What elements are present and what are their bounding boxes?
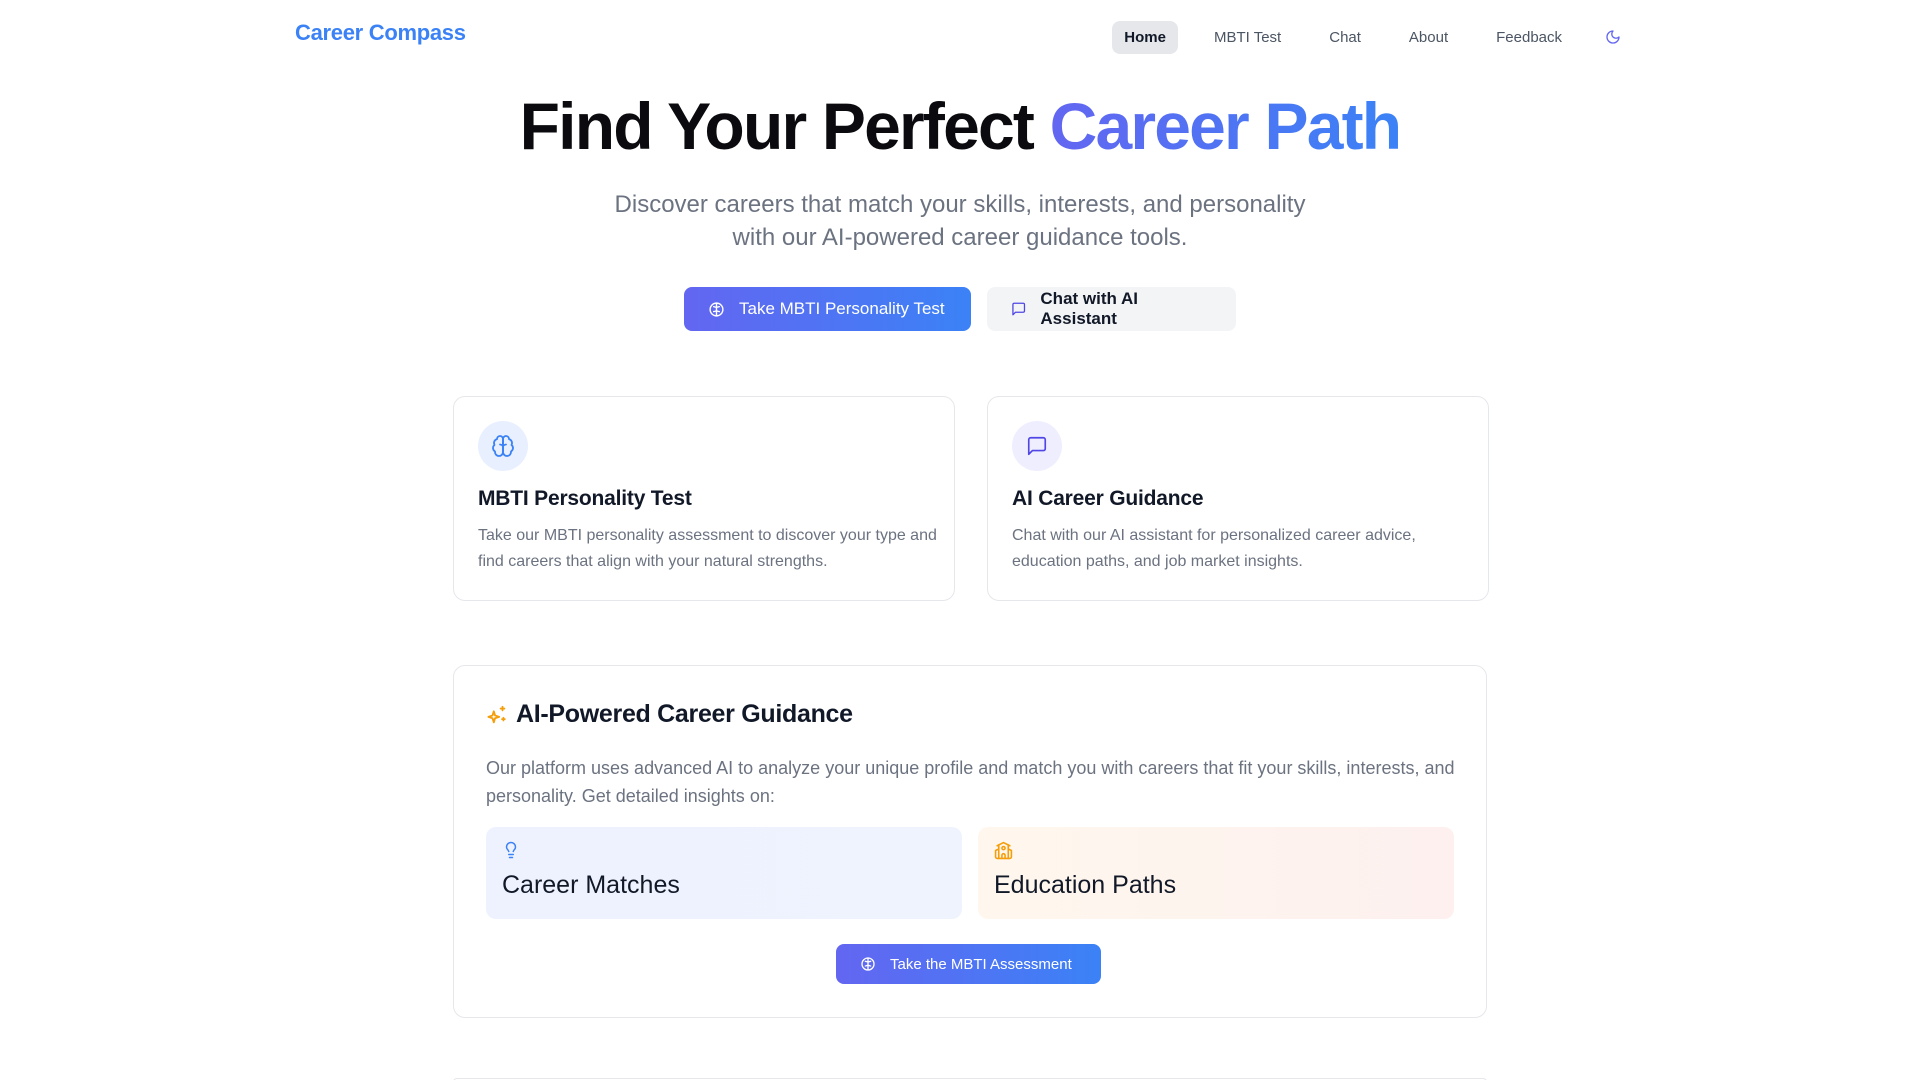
feature-description: Chat with our AI assistant for personali… xyxy=(1012,527,1416,570)
school-icon xyxy=(994,841,1013,860)
hero-subtitle: Discover careers that match your skills,… xyxy=(560,188,1360,254)
chat-with-ai-label: Chat with AI Assistant xyxy=(1040,289,1138,328)
insight-education-paths: Education Paths xyxy=(978,827,1454,919)
brain-icon xyxy=(861,957,875,971)
nav-link-home[interactable]: Home xyxy=(1112,20,1178,54)
top-navbar: Career Compass Home MBTI Test Chat About… xyxy=(0,0,1920,72)
hero-subtitle-line1: Discover careers that match your skills,… xyxy=(614,191,1306,218)
feature-description: Take our MBTI personality assessment to … xyxy=(478,527,937,570)
theme-toggle-button[interactable] xyxy=(1596,20,1630,54)
insight-label: Education Paths xyxy=(994,871,1177,899)
nav-link-about[interactable]: About xyxy=(1397,21,1460,54)
brain-icon xyxy=(492,435,514,457)
chat-with-ai-button[interactable]: Chat with AI Assistant xyxy=(987,287,1236,331)
feature-icon-circle xyxy=(478,421,528,471)
feature-card-ai-guidance[interactable]: AI Career Guidance Chat with our AI assi… xyxy=(987,396,1489,601)
brain-icon xyxy=(709,301,724,317)
hero-title: Find Your Perfect Career Path xyxy=(0,88,1920,164)
message-square-icon xyxy=(1027,436,1047,456)
nav-link-chat[interactable]: Chat xyxy=(1317,21,1373,54)
take-mbti-assessment-button[interactable]: Take the MBTI Assessment xyxy=(836,944,1101,984)
message-square-icon xyxy=(1012,302,1026,316)
brand-logo-text[interactable]: Career Compass xyxy=(295,20,466,46)
feature-card-mbti[interactable]: MBTI Personality Test Take our MBTI pers… xyxy=(453,396,955,601)
hero-buttons: Take MBTI Personality Test Chat with AI … xyxy=(0,287,1920,331)
feature-title: MBTI Personality Test xyxy=(478,487,692,510)
insight-label: Career Matches xyxy=(502,871,680,899)
hero-subtitle-line2: with our AI-powered career guidance tool… xyxy=(732,224,1188,251)
hero-title-main: Find Your Perfect xyxy=(519,89,1050,163)
take-mbti-assessment-label: Take the MBTI Assessment xyxy=(890,955,1072,973)
ai-section-description: Our platform uses advanced AI to analyze… xyxy=(486,758,1455,806)
insight-career-matches: Career Matches xyxy=(486,827,962,919)
nav-link-feedback[interactable]: Feedback xyxy=(1484,21,1574,54)
ai-section-header: AI-Powered Career Guidance xyxy=(486,700,853,729)
lightbulb-icon xyxy=(505,841,517,859)
hero-title-accent: Career Path xyxy=(1049,89,1403,163)
take-mbti-test-label: Take MBTI Personality Test xyxy=(739,299,945,318)
ai-guidance-section: AI-Powered Career Guidance Our platform … xyxy=(453,665,1487,1018)
nav-links: Home MBTI Test Chat About Feedback xyxy=(1098,20,1630,54)
take-mbti-test-button[interactable]: Take MBTI Personality Test xyxy=(684,287,971,331)
ai-section-title: AI-Powered Career Guidance xyxy=(516,700,853,728)
moon-icon xyxy=(1606,30,1620,44)
nav-link-mbti-test[interactable]: MBTI Test xyxy=(1202,21,1293,54)
feature-title: AI Career Guidance xyxy=(1012,487,1204,510)
sparkles-icon xyxy=(487,705,506,723)
feature-icon-circle xyxy=(1012,421,1062,471)
